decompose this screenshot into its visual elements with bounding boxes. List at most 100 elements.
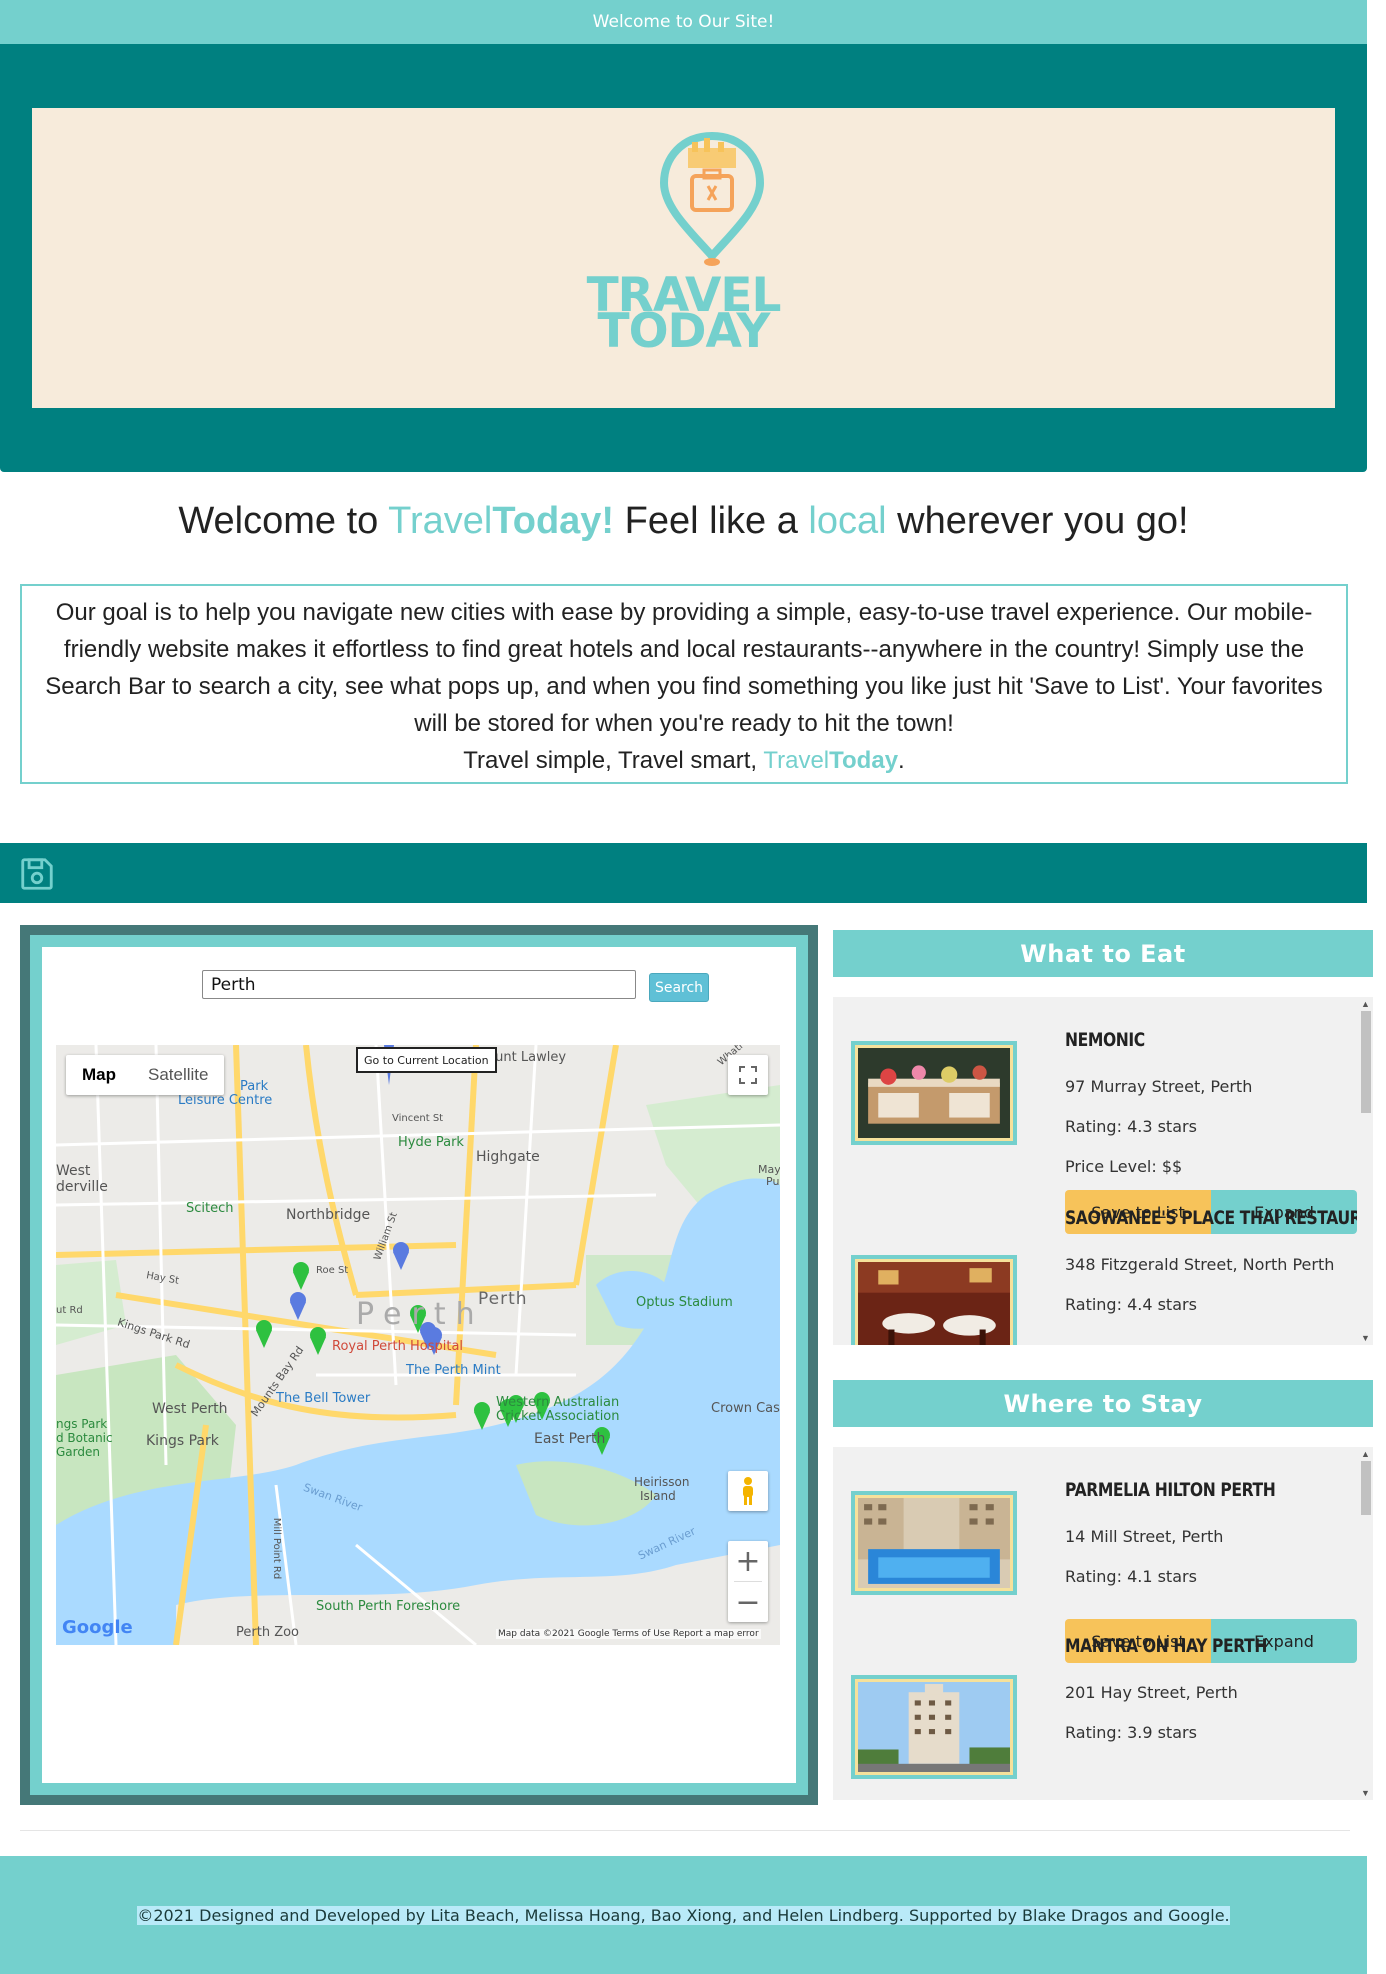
intro-text: Our goal is to help you navigate new cit…: [45, 599, 1323, 737]
scroll-thumb[interactable]: [1361, 1011, 1371, 1113]
hotel-name: PARMELIA HILTON PERTH: [1065, 1479, 1276, 1501]
hotel-list-scrollbar[interactable]: ▲ ▼: [1357, 1447, 1373, 1800]
what-to-eat-title: What to Eat: [833, 930, 1373, 977]
list-item: SAOWANEE'S PLACE THAI RESTAURANT 348 Fit…: [833, 1207, 1373, 1345]
map-label-heirisson-2: Island: [640, 1489, 676, 1503]
google-map[interactable]: Mount Lawley Park Leisure Centre Vincent…: [56, 1045, 780, 1645]
restaurant-address: 348 Fitzgerald Street, North Perth: [1065, 1255, 1335, 1274]
map-label-bell-tower: The Bell Tower: [276, 1391, 371, 1406]
restaurant-image[interactable]: [851, 1255, 1017, 1345]
scroll-up-icon[interactable]: ▲: [1361, 999, 1370, 1009]
welcome-text-2: Feel like a: [614, 500, 809, 542]
map-label-heirisson-1: Heirisson: [634, 1475, 690, 1489]
fullscreen-icon[interactable]: [728, 1055, 768, 1095]
welcome-banner-text: Welcome to Our Site!: [592, 12, 775, 32]
hotel-image[interactable]: [851, 1491, 1017, 1595]
scroll-down-icon[interactable]: ▼: [1361, 1788, 1370, 1798]
map-label-scitech: Scitech: [186, 1201, 234, 1216]
map-type-map[interactable]: Map: [66, 1055, 132, 1095]
scroll-up-icon[interactable]: ▲: [1361, 1449, 1370, 1459]
logo-text-today: TODAY: [597, 304, 771, 359]
tagline-end: .: [898, 747, 905, 774]
restaurant-name: SAOWANEE'S PLACE THAI RESTAURANT: [1065, 1207, 1373, 1229]
welcome-local: local: [808, 500, 887, 542]
tagline-brand-today: Today: [829, 747, 899, 774]
footer-divider: [20, 1830, 1350, 1831]
brand-travel: Travel: [388, 500, 493, 542]
restaurant-list-scrollbar[interactable]: ▲ ▼: [1357, 997, 1373, 1345]
footer: ©2021 Designed and Developed by Lita Bea…: [0, 1856, 1367, 1974]
restaurant-rating: Rating: 4.4 stars: [1065, 1295, 1197, 1314]
map-type-satellite[interactable]: Satellite: [132, 1055, 224, 1095]
scroll-down-icon[interactable]: ▼: [1361, 1333, 1370, 1343]
list-item: NEMONIC 97 Murray Street, Perth Rating: …: [833, 997, 1357, 1234]
tagline-brand-travel: Travel: [763, 747, 830, 774]
map-label-south-perth-foreshore: South Perth Foreshore: [316, 1599, 461, 1614]
hotel-list[interactable]: PARMELIA HILTON PERTH 14 Mill Street, Pe…: [833, 1447, 1373, 1800]
map-label-perth-zoo: Perth Zoo: [236, 1625, 300, 1640]
hotel-rating: Rating: 3.9 stars: [1065, 1723, 1197, 1742]
hotel-image[interactable]: [851, 1675, 1017, 1779]
save-icon[interactable]: [18, 855, 56, 893]
restaurant-address: 97 Murray Street, Perth: [1065, 1077, 1253, 1096]
scroll-thumb[interactable]: [1361, 1461, 1371, 1515]
map-label-botanic-2: d Botanic: [56, 1431, 113, 1445]
city-search-input[interactable]: [202, 970, 636, 999]
map-label-perth-mint: The Perth Mint: [406, 1363, 501, 1378]
map-attribution[interactable]: Map data ©2021 Google Terms of Use Repor…: [496, 1629, 761, 1639]
search-button[interactable]: Search: [649, 973, 709, 1002]
restaurant-price: Price Level: $$: [1065, 1157, 1183, 1176]
welcome-heading: Welcome to TravelToday! Feel like a loca…: [0, 500, 1367, 543]
map-label-hyde-park: Hyde Park: [398, 1135, 464, 1150]
hero-header: TRAVEL TODAY: [0, 44, 1367, 472]
restaurant-image[interactable]: [851, 1041, 1017, 1145]
map-frame-border: Search: [30, 935, 808, 1795]
hotel-address: 14 Mill Street, Perth: [1065, 1527, 1224, 1546]
footer-text: ©2021 Designed and Developed by Lita Bea…: [137, 1905, 1230, 1925]
map-label-highgate: Highgate: [476, 1149, 540, 1165]
hero-logo-panel: TRAVEL TODAY: [32, 108, 1335, 408]
map-label-perth: Perth: [478, 1289, 528, 1309]
go-to-current-location-button[interactable]: Go to Current Location: [356, 1047, 497, 1073]
map-label-derville: derville: [56, 1179, 108, 1195]
map-label-east-perth: East Perth: [534, 1431, 606, 1447]
hotel-rating: Rating: 4.1 stars: [1065, 1567, 1197, 1586]
brand-today: Today!: [492, 500, 615, 542]
travel-today-logo-icon: [659, 131, 765, 266]
map-type-control: Map Satellite: [66, 1055, 225, 1095]
hotel-name: MANTRA ON HAY PERTH: [1065, 1635, 1267, 1657]
zoom-control: + −: [728, 1541, 768, 1622]
map-label-botanic-1: ngs Park: [56, 1417, 108, 1431]
list-item: PARMELIA HILTON PERTH 14 Mill Street, Pe…: [833, 1447, 1357, 1663]
map-panel: Search: [42, 947, 796, 1783]
map-label-optus-stadium: Optus Stadium: [636, 1295, 733, 1310]
map-label-park: Park: [240, 1079, 269, 1094]
map-label-botanic-3: Garden: [56, 1445, 100, 1459]
restaurant-list[interactable]: NEMONIC 97 Murray Street, Perth Rating: …: [833, 997, 1373, 1345]
map-label-northbridge: Northbridge: [286, 1207, 371, 1223]
google-logo: Google: [62, 1617, 133, 1638]
map-label-mill-point-rd: Mill Point Rd: [271, 1517, 283, 1580]
map-label-pu: Pu: [766, 1175, 780, 1188]
street-view-pegman-icon[interactable]: [728, 1471, 768, 1511]
intro-box: Our goal is to help you navigate new cit…: [20, 584, 1348, 784]
map-label-west-perth: West Perth: [152, 1401, 228, 1417]
map-label-leisure-centre: Leisure Centre: [178, 1093, 273, 1108]
list-item: MANTRA ON HAY PERTH 201 Hay Street, Pert…: [833, 1635, 1357, 1800]
welcome-banner: Welcome to Our Site!: [0, 0, 1367, 44]
where-to-stay-title: Where to Stay: [833, 1380, 1373, 1427]
restaurant-rating: Rating: 4.3 stars: [1065, 1117, 1197, 1136]
map-label-perth-big: Perth: [356, 1297, 485, 1332]
tagline-text: Travel simple, Travel smart,: [463, 747, 764, 774]
map-label-wa-cricket-2: Cricket Association: [496, 1409, 620, 1424]
map-label-west: West: [56, 1163, 91, 1179]
map-label-rd: ut Rd: [56, 1305, 83, 1316]
zoom-in-icon[interactable]: +: [728, 1541, 768, 1581]
map-frame: Search: [20, 925, 818, 1805]
welcome-text-1: Welcome to: [178, 500, 389, 542]
map-label-crown: Crown Cas: [711, 1401, 780, 1416]
map-label-royal-perth-hospital: Royal Perth Hospital: [332, 1339, 464, 1354]
welcome-text-3: wherever you go!: [886, 500, 1189, 542]
tagline: Travel simple, Travel smart, TravelToday…: [32, 742, 1336, 779]
zoom-out-icon[interactable]: −: [728, 1582, 768, 1622]
